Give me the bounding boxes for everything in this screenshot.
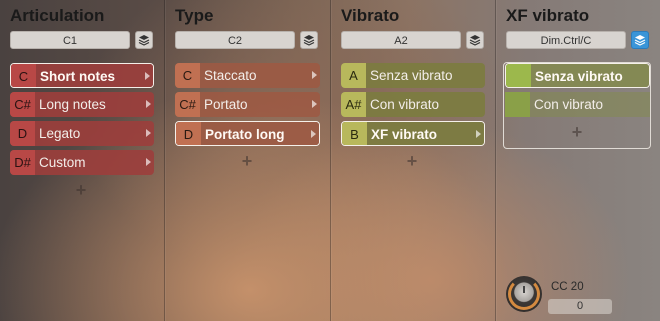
item-key: B	[342, 122, 367, 145]
item-key: C	[11, 64, 36, 87]
controller-field[interactable]: Dim.Ctrl/C	[506, 31, 626, 49]
item-label: Custom	[39, 155, 86, 170]
layers-button[interactable]	[631, 31, 649, 49]
cc-knob[interactable]	[506, 276, 542, 312]
add-item-button[interactable]: +	[71, 180, 91, 201]
layers-icon	[138, 35, 150, 46]
item-key: D	[10, 121, 35, 146]
item-key: A	[341, 63, 366, 88]
articulation-column: Articulation C1 C Short notes C# Long no…	[0, 0, 163, 321]
item-key: C#	[175, 92, 200, 117]
chevron-right-icon	[146, 129, 151, 137]
layers-button[interactable]	[466, 31, 484, 49]
vibrato-item-xf-vibrato[interactable]: B XF vibrato	[341, 121, 485, 146]
chevron-right-icon	[312, 100, 317, 108]
cc-value-field[interactable]: 0	[548, 299, 612, 314]
item-label: Short notes	[40, 69, 116, 84]
xf-vibrato-column: XF vibrato Dim.Ctrl/C	[495, 0, 660, 321]
keyswitch-field[interactable]: C2	[175, 31, 295, 49]
column-title: Articulation	[10, 6, 105, 25]
type-column: Type C2 C Staccato C# Portato D Portato …	[164, 0, 329, 321]
item-label: Long notes	[39, 97, 106, 112]
layers-icon	[303, 35, 315, 46]
cc-label: CC 20	[551, 281, 584, 293]
vibrato-item-senza-vibrato[interactable]: A Senza vibrato	[341, 63, 485, 88]
articulation-item-short-notes[interactable]: C Short notes	[10, 63, 154, 88]
keyswitch-field[interactable]: A2	[341, 31, 461, 49]
item-label: Senza vibrato	[370, 68, 453, 83]
item-label: Con vibrato	[534, 97, 604, 112]
chevron-right-icon	[476, 130, 481, 138]
type-item-portato[interactable]: C# Portato	[175, 92, 320, 117]
type-item-staccato[interactable]: C Staccato	[175, 63, 320, 88]
item-label: Portato long	[205, 127, 285, 142]
item-label: Portato	[204, 97, 248, 112]
vibrato-item-con-vibrato[interactable]: A# Con vibrato	[341, 92, 485, 117]
layers-button[interactable]	[135, 31, 153, 49]
item-key: A#	[341, 92, 366, 117]
item-key: D	[176, 122, 201, 145]
chevron-right-icon	[146, 158, 151, 166]
vibrato-column: Vibrato A2 A Senza vibrato A# Con vibrat…	[330, 0, 494, 321]
column-title: Vibrato	[341, 6, 400, 25]
add-layer-button[interactable]: +	[567, 122, 587, 143]
add-item-button[interactable]: +	[237, 151, 257, 172]
item-label: Senza vibrato	[535, 69, 623, 84]
type-item-portato-long[interactable]: D Portato long	[175, 121, 320, 146]
layers-button[interactable]	[300, 31, 318, 49]
item-key	[506, 64, 531, 87]
chevron-right-icon	[145, 72, 150, 80]
item-label: Legato	[39, 126, 81, 141]
item-key: C#	[10, 92, 35, 117]
chevron-right-icon	[312, 71, 317, 79]
item-label: XF vibrato	[371, 127, 438, 142]
keyswitch-field[interactable]: C1	[10, 31, 130, 49]
column-title: Type	[175, 6, 214, 25]
articulation-item-custom[interactable]: D# Custom	[10, 150, 154, 175]
chevron-right-icon	[146, 100, 151, 108]
layers-icon	[634, 35, 646, 46]
xf-item-senza-vibrato[interactable]: Senza vibrato	[505, 63, 650, 88]
layers-icon	[469, 35, 481, 46]
column-title: XF vibrato	[506, 6, 590, 25]
add-item-button[interactable]: +	[402, 151, 422, 172]
item-key: C	[175, 63, 200, 88]
articulation-item-long-notes[interactable]: C# Long notes	[10, 92, 154, 117]
item-label: Con vibrato	[370, 97, 440, 112]
chevron-right-icon	[311, 130, 316, 138]
item-key: D#	[10, 150, 35, 175]
xf-item-con-vibrato[interactable]: Con vibrato	[505, 92, 650, 117]
item-key	[505, 92, 530, 117]
item-label: Staccato	[204, 68, 257, 83]
articulation-item-legato[interactable]: D Legato	[10, 121, 154, 146]
